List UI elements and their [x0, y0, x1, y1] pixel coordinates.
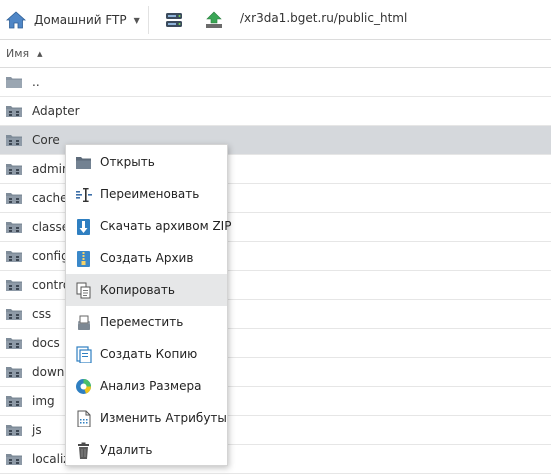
download-zip-icon — [77, 218, 90, 235]
file-name: js — [32, 423, 42, 437]
current-path: /xr3da1.bget.ru/public_html — [240, 11, 408, 25]
home-icon — [6, 11, 26, 29]
context-menu-item-label: Копировать — [100, 283, 175, 297]
context-menu-item-label: Создать Копию — [100, 347, 198, 361]
context-menu-item-label: Удалить — [100, 443, 153, 457]
folder-icon — [6, 367, 22, 378]
context-menu-item-label: Анализ Размера — [100, 379, 202, 393]
size-analysis-icon — [76, 378, 92, 394]
folder-icon — [6, 222, 22, 233]
toolbar-divider — [148, 6, 149, 34]
context-menu-item[interactable]: Открыть — [66, 146, 227, 178]
ftp-file-manager: Домашний FTP ▼ /xr3da1.bget.ru/public_ht… — [0, 0, 551, 475]
context-menu-item[interactable]: Удалить — [66, 434, 227, 466]
connection-dropdown[interactable]: Домашний FTP ▼ — [6, 9, 140, 31]
folder-icon — [6, 454, 22, 465]
folder-icon — [6, 251, 22, 262]
file-name: docs — [32, 336, 60, 350]
context-menu-item[interactable]: Переместить — [66, 306, 227, 338]
folder-open-icon — [76, 156, 91, 169]
folder-icon — [6, 193, 22, 204]
folder-icon — [6, 309, 22, 320]
file-row[interactable]: Adapter — [0, 97, 551, 126]
sort-ascending-icon: ▲ — [37, 49, 43, 58]
upload-icon[interactable] — [205, 11, 223, 29]
connection-label: Домашний FTP — [34, 13, 127, 27]
chevron-down-icon: ▼ — [133, 15, 140, 25]
file-name: Adapter — [32, 104, 80, 118]
file-name: cache — [32, 191, 68, 205]
folder-icon — [6, 77, 22, 88]
file-name: img — [32, 394, 55, 408]
context-menu-item-label: Создать Архив — [100, 251, 194, 265]
trash-icon — [78, 442, 89, 459]
folder-icon — [6, 425, 22, 436]
name-column-header[interactable]: Имя ▲ — [0, 40, 551, 68]
context-menu-item-label: Изменить Атрибуты — [100, 411, 227, 425]
server-icon[interactable] — [165, 11, 183, 29]
context-menu-item[interactable]: Создать Архив — [66, 242, 227, 274]
attributes-icon — [77, 410, 91, 427]
copy-icon — [76, 282, 91, 298]
folder-icon — [6, 164, 22, 175]
duplicate-icon — [76, 345, 92, 363]
context-menu-item[interactable]: Копировать — [66, 274, 227, 306]
context-menu-item[interactable]: Изменить Атрибуты — [66, 402, 227, 434]
context-menu-item[interactable]: Анализ Размера — [66, 370, 227, 402]
folder-icon — [6, 280, 22, 291]
context-menu-item-label: Переименовать — [100, 187, 200, 201]
context-menu-item[interactable]: Скачать архивом ZIP — [66, 210, 231, 242]
folder-icon — [6, 106, 22, 117]
context-menu-item-label: Переместить — [100, 315, 184, 329]
archive-icon — [77, 250, 90, 267]
context-menu-item-label: Открыть — [100, 155, 155, 169]
folder-icon — [6, 338, 22, 349]
context-menu-item[interactable]: Переименовать — [66, 178, 227, 210]
file-name: css — [32, 307, 52, 321]
rename-icon — [76, 187, 92, 202]
name-column-label: Имя — [6, 47, 30, 60]
move-icon — [78, 315, 90, 330]
file-name: Core — [32, 133, 60, 147]
file-name: .. — [32, 75, 40, 89]
file-name: admin — [32, 162, 70, 176]
context-menu-item-label: Скачать архивом ZIP — [100, 219, 232, 233]
toolbar: Домашний FTP ▼ /xr3da1.bget.ru/public_ht… — [0, 0, 551, 40]
folder-icon — [6, 396, 22, 407]
file-row[interactable]: .. — [0, 68, 551, 97]
file-name: config — [32, 249, 69, 263]
context-menu-item[interactable]: Создать Копию — [66, 338, 227, 370]
folder-icon — [6, 135, 22, 146]
context-menu: Открыть Переименовать Скачать архивом ZIP С… — [65, 144, 231, 466]
